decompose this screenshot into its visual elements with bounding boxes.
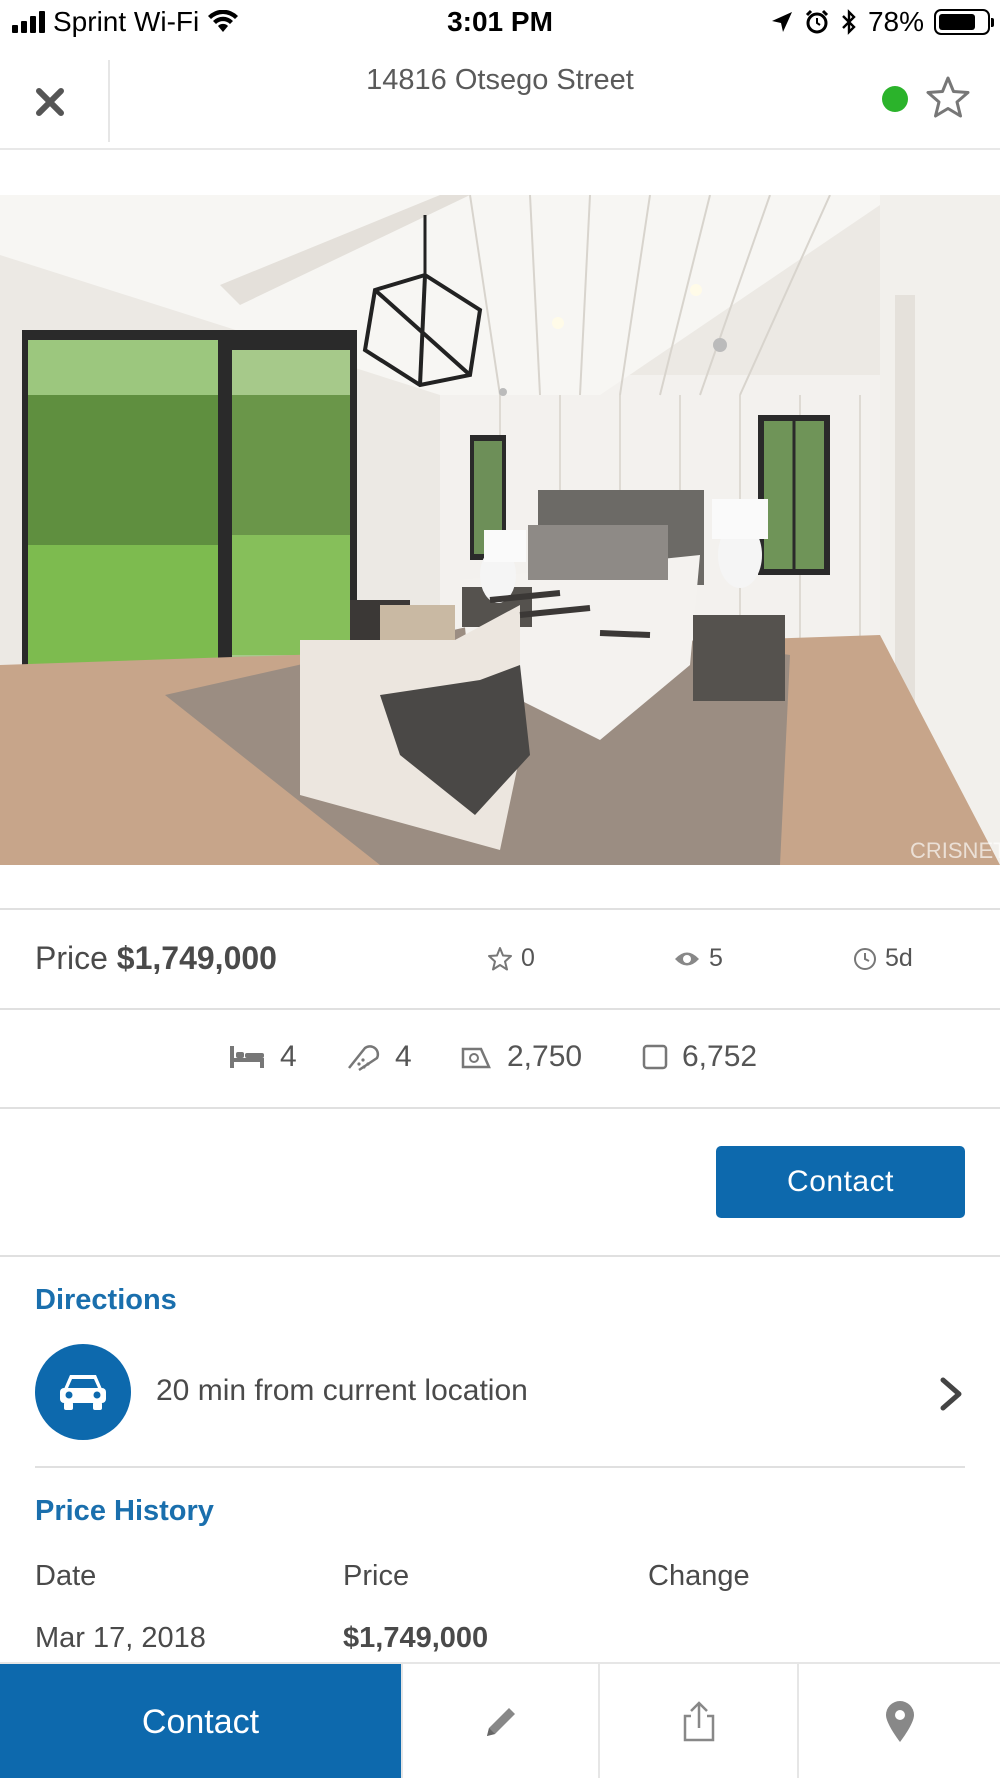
car-icon bbox=[60, 1375, 106, 1410]
clock-icon bbox=[854, 947, 876, 970]
car-badge bbox=[35, 1344, 131, 1440]
status-bar: Sprint Wi-Fi 3:01 PM 78% bbox=[0, 0, 1000, 46]
contact-button[interactable]: Contact bbox=[716, 1146, 965, 1218]
floor-area-icon bbox=[461, 1047, 491, 1069]
status-bar-right: 78% bbox=[770, 6, 994, 38]
history-price: $1,749,000 bbox=[343, 1622, 489, 1654]
living-sqft-value: 2,750 bbox=[507, 1040, 583, 1073]
views-count: 5 bbox=[673, 944, 723, 973]
status-dot bbox=[882, 86, 908, 112]
column-header-change: Change bbox=[648, 1560, 750, 1592]
shower-icon bbox=[348, 1045, 380, 1072]
chevron-right-icon bbox=[940, 1377, 962, 1411]
alarm-icon bbox=[805, 9, 829, 34]
share-icon bbox=[683, 1701, 714, 1742]
favorite-star-icon[interactable] bbox=[924, 74, 972, 122]
divider bbox=[0, 1107, 1000, 1109]
listing-photo[interactable]: CRISNET bbox=[0, 195, 1000, 865]
views-value: 5 bbox=[709, 944, 723, 972]
share-button[interactable] bbox=[598, 1664, 797, 1778]
column-header-price: Price bbox=[343, 1560, 410, 1592]
location-arrow-icon bbox=[771, 12, 792, 32]
price: Price $1,749,000 bbox=[35, 940, 277, 977]
lot-size: 6,752 bbox=[642, 1040, 757, 1074]
directions-row[interactable]: 20 min from current location bbox=[35, 1344, 965, 1442]
star-outline-icon bbox=[488, 946, 512, 970]
divider bbox=[0, 1255, 1000, 1257]
listing-header: 14816 Otsego Street bbox=[0, 46, 1000, 150]
living-area: 2,750 bbox=[459, 1040, 582, 1074]
baths-value: 4 bbox=[395, 1040, 412, 1073]
lot-square-icon bbox=[642, 1044, 668, 1070]
lot-sqft-value: 6,752 bbox=[682, 1040, 758, 1073]
battery-percent: 78% bbox=[867, 6, 924, 37]
price-row: Price $1,749,000 0 5 5d bbox=[0, 910, 1000, 1006]
bedrooms: 4 bbox=[228, 1040, 297, 1074]
edit-button[interactable] bbox=[401, 1664, 598, 1778]
beds-value: 4 bbox=[280, 1040, 297, 1073]
price-history-title: Price History bbox=[35, 1495, 214, 1527]
bottom-action-bar: Contact bbox=[0, 1662, 1000, 1778]
listing-age: 5d bbox=[853, 944, 913, 973]
bottom-contact-button[interactable]: Contact bbox=[0, 1664, 401, 1778]
price-value: $1,749,000 bbox=[116, 940, 277, 976]
bathrooms: 4 bbox=[345, 1040, 412, 1074]
price-label: Price bbox=[35, 940, 108, 976]
favorites-count: 0 bbox=[487, 944, 535, 973]
map-button[interactable] bbox=[797, 1664, 1000, 1778]
column-header-date: Date bbox=[35, 1560, 97, 1592]
directions-title: Directions bbox=[35, 1284, 177, 1316]
photo-watermark: CRISNET bbox=[910, 838, 1000, 863]
map-pin-icon bbox=[885, 1701, 914, 1742]
bedroom-photo: CRISNET bbox=[0, 195, 1000, 865]
battery-icon bbox=[934, 9, 994, 35]
history-date: Mar 17, 2018 bbox=[35, 1622, 206, 1654]
eye-icon bbox=[675, 952, 699, 965]
favorites-value: 0 bbox=[521, 944, 535, 972]
age-value: 5d bbox=[885, 944, 913, 972]
pencil-icon bbox=[486, 1708, 515, 1736]
page-title: 14816 Otsego Street bbox=[366, 64, 634, 96]
directions-text: 20 min from current location bbox=[156, 1374, 528, 1407]
features-row: 4 4 2,750 6,752 bbox=[0, 1010, 1000, 1106]
divider bbox=[35, 1466, 965, 1468]
bluetooth-icon bbox=[842, 9, 856, 35]
bed-icon bbox=[230, 1046, 264, 1068]
